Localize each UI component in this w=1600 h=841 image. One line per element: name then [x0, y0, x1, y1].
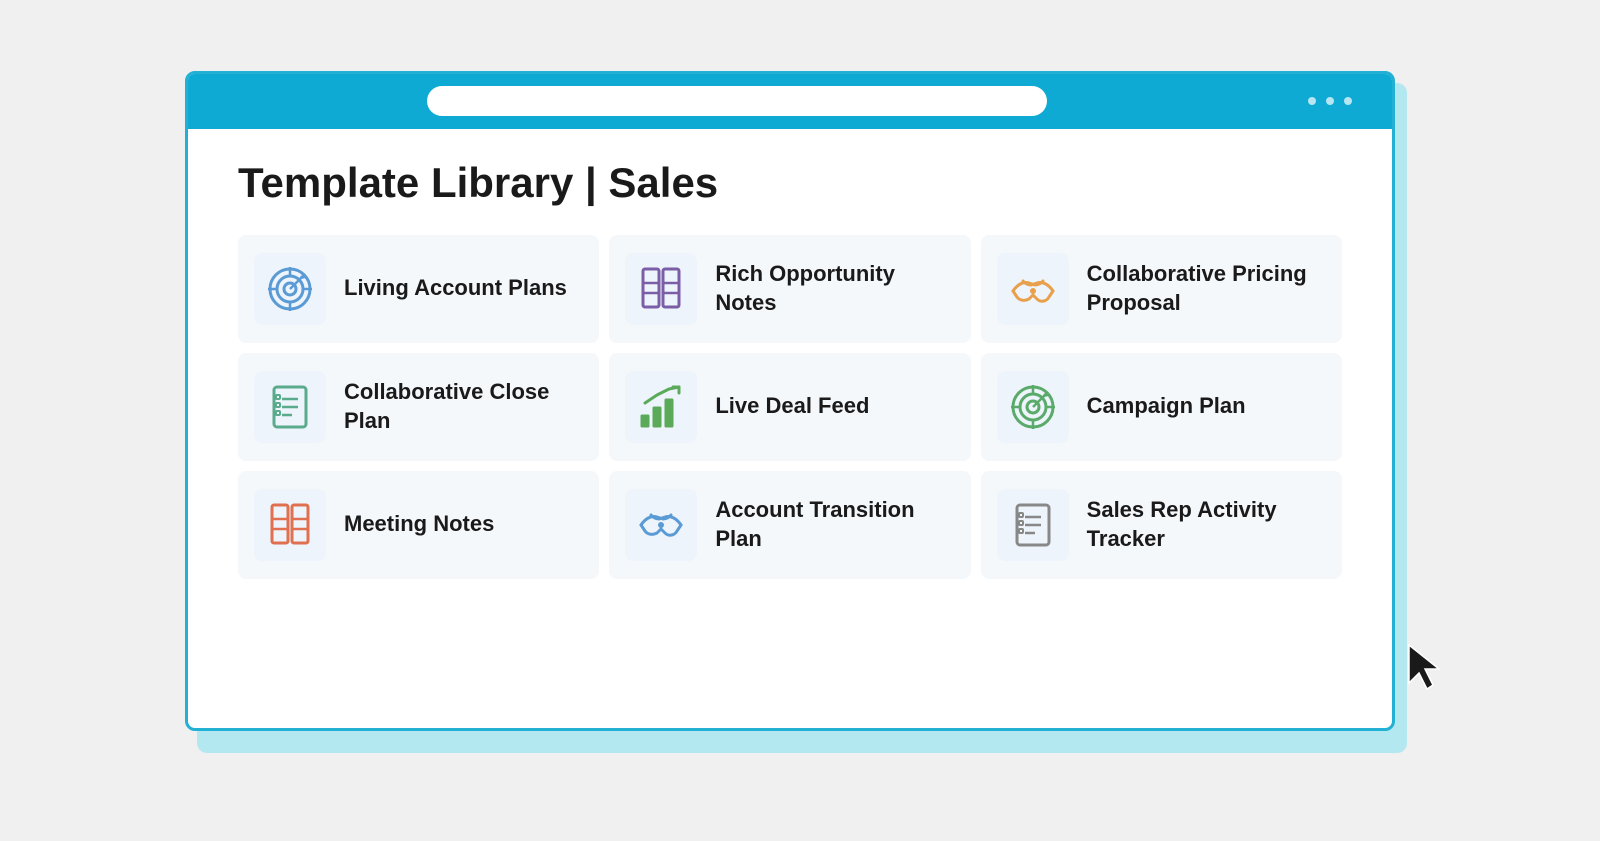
handshake-orange-icon [1007, 263, 1059, 315]
icon-wrapper [997, 371, 1069, 443]
mouse-cursor [1405, 641, 1445, 691]
target-blue-icon [264, 263, 316, 315]
template-label-collaborative-pricing-proposal: Collaborative Pricing Proposal [1087, 260, 1326, 317]
checklist-teal-icon [264, 381, 316, 433]
browser-dots [1308, 97, 1352, 105]
book-purple-icon [635, 263, 687, 315]
template-label-living-account-plans: Living Account Plans [344, 274, 567, 303]
template-label-meeting-notes: Meeting Notes [344, 510, 494, 539]
browser-dot-2 [1326, 97, 1334, 105]
template-item-sales-rep-activity-tracker[interactable]: Sales Rep Activity Tracker [981, 471, 1342, 579]
template-label-account-transition-plan: Account Transition Plan [715, 496, 954, 553]
icon-wrapper [254, 253, 326, 325]
chart-green-icon [635, 381, 687, 433]
template-label-live-deal-feed: Live Deal Feed [715, 392, 869, 421]
browser-window: Template Library | Sales [185, 71, 1395, 731]
icon-wrapper [997, 253, 1069, 325]
template-item-meeting-notes[interactable]: Meeting Notes [238, 471, 599, 579]
browser-dot-1 [1308, 97, 1316, 105]
template-item-rich-opportunity-notes[interactable]: Rich Opportunity Notes [609, 235, 970, 343]
template-item-living-account-plans[interactable]: Living Account Plans [238, 235, 599, 343]
template-item-campaign-plan[interactable]: Campaign Plan [981, 353, 1342, 461]
book-orange-icon [264, 499, 316, 551]
template-item-live-deal-feed[interactable]: Live Deal Feed [609, 353, 970, 461]
template-item-collaborative-pricing-proposal[interactable]: Collaborative Pricing Proposal [981, 235, 1342, 343]
browser-dot-3 [1344, 97, 1352, 105]
address-bar[interactable] [427, 86, 1047, 116]
template-label-campaign-plan: Campaign Plan [1087, 392, 1246, 421]
target-green-icon [1007, 381, 1059, 433]
handshake-blue-icon [635, 499, 687, 551]
icon-wrapper [625, 253, 697, 325]
template-label-rich-opportunity-notes: Rich Opportunity Notes [715, 260, 954, 317]
page-title: Template Library | Sales [238, 159, 1342, 207]
icon-wrapper [625, 371, 697, 443]
template-grid: Living Account Plans Ric [238, 235, 1342, 579]
app-container: Template Library | Sales [185, 71, 1415, 771]
checklist-gray-icon [1007, 499, 1059, 551]
template-label-collaborative-close-plan: Collaborative Close Plan [344, 378, 583, 435]
icon-wrapper [254, 489, 326, 561]
icon-wrapper [625, 489, 697, 561]
page-content: Template Library | Sales [188, 129, 1392, 609]
icon-wrapper [254, 371, 326, 443]
browser-chrome [188, 74, 1392, 129]
template-label-sales-rep-activity-tracker: Sales Rep Activity Tracker [1087, 496, 1326, 553]
template-item-account-transition-plan[interactable]: Account Transition Plan [609, 471, 970, 579]
icon-wrapper [997, 489, 1069, 561]
template-item-collaborative-close-plan[interactable]: Collaborative Close Plan [238, 353, 599, 461]
